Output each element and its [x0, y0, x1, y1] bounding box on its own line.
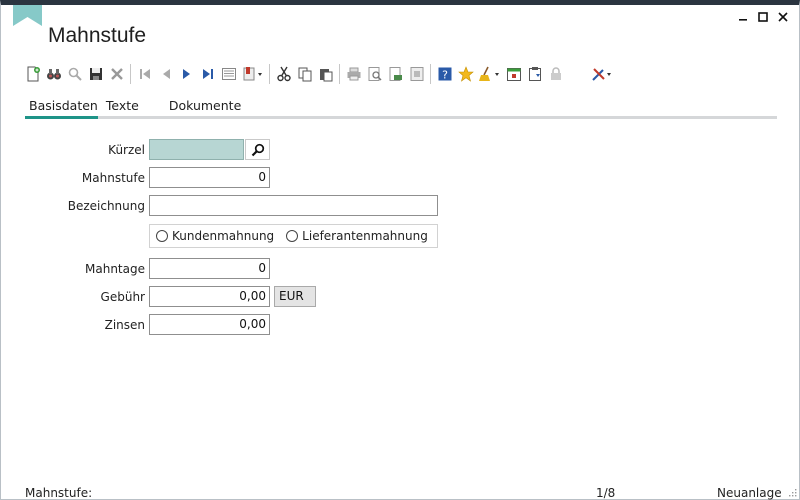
currency-badge: EUR	[274, 286, 316, 307]
print-menu-icon[interactable]	[239, 63, 266, 85]
gebuehr-input[interactable]: 0,00	[149, 286, 270, 307]
minimize-button[interactable]	[733, 9, 753, 25]
binoculars-icon[interactable]	[43, 63, 64, 85]
radio-circle	[156, 230, 168, 242]
printer-icon[interactable]	[343, 63, 364, 85]
mahntage-input[interactable]: 0	[149, 258, 270, 279]
kuerzel-label: Kürzel	[108, 143, 145, 157]
export-icon[interactable]	[385, 63, 406, 85]
toolbar-separator	[130, 64, 131, 84]
calendar-icon[interactable]	[503, 63, 524, 85]
radio-circle	[286, 230, 299, 242]
bookmark-icon	[13, 5, 42, 26]
tab-texte[interactable]: Texte	[102, 97, 143, 117]
zoom-page-icon[interactable]	[406, 63, 427, 85]
maximize-icon	[758, 12, 768, 22]
resize-grip-icon[interactable]	[787, 487, 797, 497]
mahnart-radio-group: Kundenmahnung Lieferantenmahnung	[149, 224, 438, 248]
close-button[interactable]	[773, 9, 793, 25]
record-counter: 1/8	[596, 486, 616, 500]
toolbar-separator	[430, 64, 431, 84]
first-record-icon[interactable]	[134, 63, 155, 85]
kuerzel-input[interactable]	[149, 139, 244, 160]
svg-text:?: ?	[442, 69, 448, 82]
bezeichnung-input[interactable]	[149, 195, 438, 216]
close-icon	[778, 12, 788, 22]
delete-icon[interactable]	[106, 63, 127, 85]
tab-dokumente[interactable]: Dokumente	[165, 97, 245, 117]
tools-icon[interactable]	[588, 63, 615, 85]
paste-icon[interactable]	[315, 63, 336, 85]
next-record-icon[interactable]	[176, 63, 197, 85]
radio-kundenmahnung-label: Kundenmahnung	[172, 229, 275, 243]
status-context-label: Mahnstufe:	[25, 486, 93, 500]
magnifier-icon[interactable]	[64, 63, 85, 85]
tab-bar: Basisdaten Texte Dokumente	[25, 97, 245, 117]
favorite-star-icon[interactable]	[455, 63, 476, 85]
maximize-button[interactable]	[753, 9, 773, 25]
lock-icon[interactable]	[545, 63, 566, 85]
save-icon[interactable]	[85, 63, 106, 85]
page-title: Mahnstufe	[48, 24, 147, 47]
gebuehr-label: Gebühr	[100, 290, 145, 304]
mahnstufe-label: Mahnstufe	[81, 171, 145, 185]
mahnstufe-input[interactable]: 0	[149, 167, 270, 188]
radio-lieferantenmahnung-label: Lieferantenmahnung	[302, 229, 428, 243]
print-preview-icon[interactable]	[364, 63, 385, 85]
status-bar: Mahnstufe: 1/8 Neuanlage	[1, 486, 799, 500]
tab-underline	[25, 116, 777, 119]
radio-lieferantenmahnung[interactable]: Lieferantenmahnung	[286, 229, 428, 243]
zinsen-input[interactable]: 0,00	[149, 314, 270, 335]
window-controls	[733, 9, 793, 25]
active-tab-indicator	[25, 116, 98, 119]
cut-icon[interactable]	[273, 63, 294, 85]
copy-icon[interactable]	[294, 63, 315, 85]
bezeichnung-label: Bezeichnung	[67, 199, 145, 213]
app-window: Mahnstufe ? Basisdaten Texte Dokumente K…	[0, 0, 800, 500]
list-view-icon[interactable]	[218, 63, 239, 85]
previous-record-icon[interactable]	[155, 63, 176, 85]
status-mode: Neuanlage	[717, 486, 782, 500]
new-document-icon[interactable]	[22, 63, 43, 85]
mahntage-label: Mahntage	[85, 262, 145, 276]
toolbar-separator	[269, 64, 270, 84]
broom-icon[interactable]	[476, 63, 503, 85]
tab-basisdaten[interactable]: Basisdaten	[25, 97, 102, 117]
zinsen-label: Zinsen	[104, 318, 145, 332]
minimize-icon	[739, 19, 747, 21]
clipboard-icon[interactable]	[524, 63, 545, 85]
toolbar: ?	[22, 63, 615, 85]
radio-kundenmahnung[interactable]: Kundenmahnung	[156, 229, 274, 243]
last-record-icon[interactable]	[197, 63, 218, 85]
toolbar-separator	[339, 64, 340, 84]
help-icon[interactable]: ?	[434, 63, 455, 85]
kuerzel-lookup-button[interactable]	[245, 139, 270, 160]
search-icon	[251, 143, 264, 156]
